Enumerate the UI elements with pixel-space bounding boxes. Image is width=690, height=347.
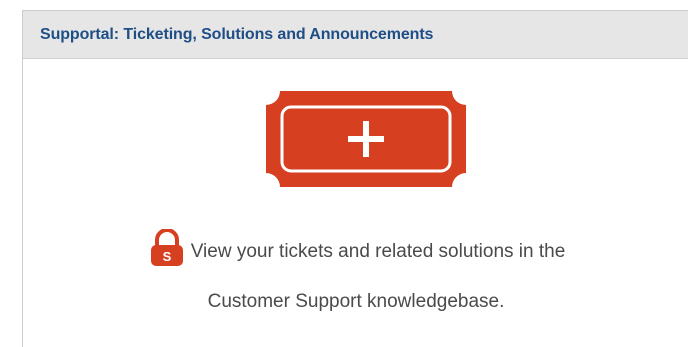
info-message: S View your tickets and related solution… (23, 227, 689, 327)
message-line-1: S View your tickets and related solution… (23, 227, 689, 277)
message-text-1: View your tickets and related solutions … (190, 241, 566, 262)
message-text-2: Customer Support knowledgebase. (207, 291, 505, 312)
panel-header: Supportal: Ticketing, Solutions and Anno… (23, 11, 688, 59)
supportal-panel: Supportal: Ticketing, Solutions and Anno… (22, 10, 688, 347)
ticket-plus-icon (266, 91, 466, 187)
lock-icon: S (150, 229, 183, 266)
panel-title: Supportal: Ticketing, Solutions and Anno… (40, 25, 434, 43)
new-ticket-button[interactable] (266, 91, 466, 187)
lock-letter: S (162, 249, 171, 264)
